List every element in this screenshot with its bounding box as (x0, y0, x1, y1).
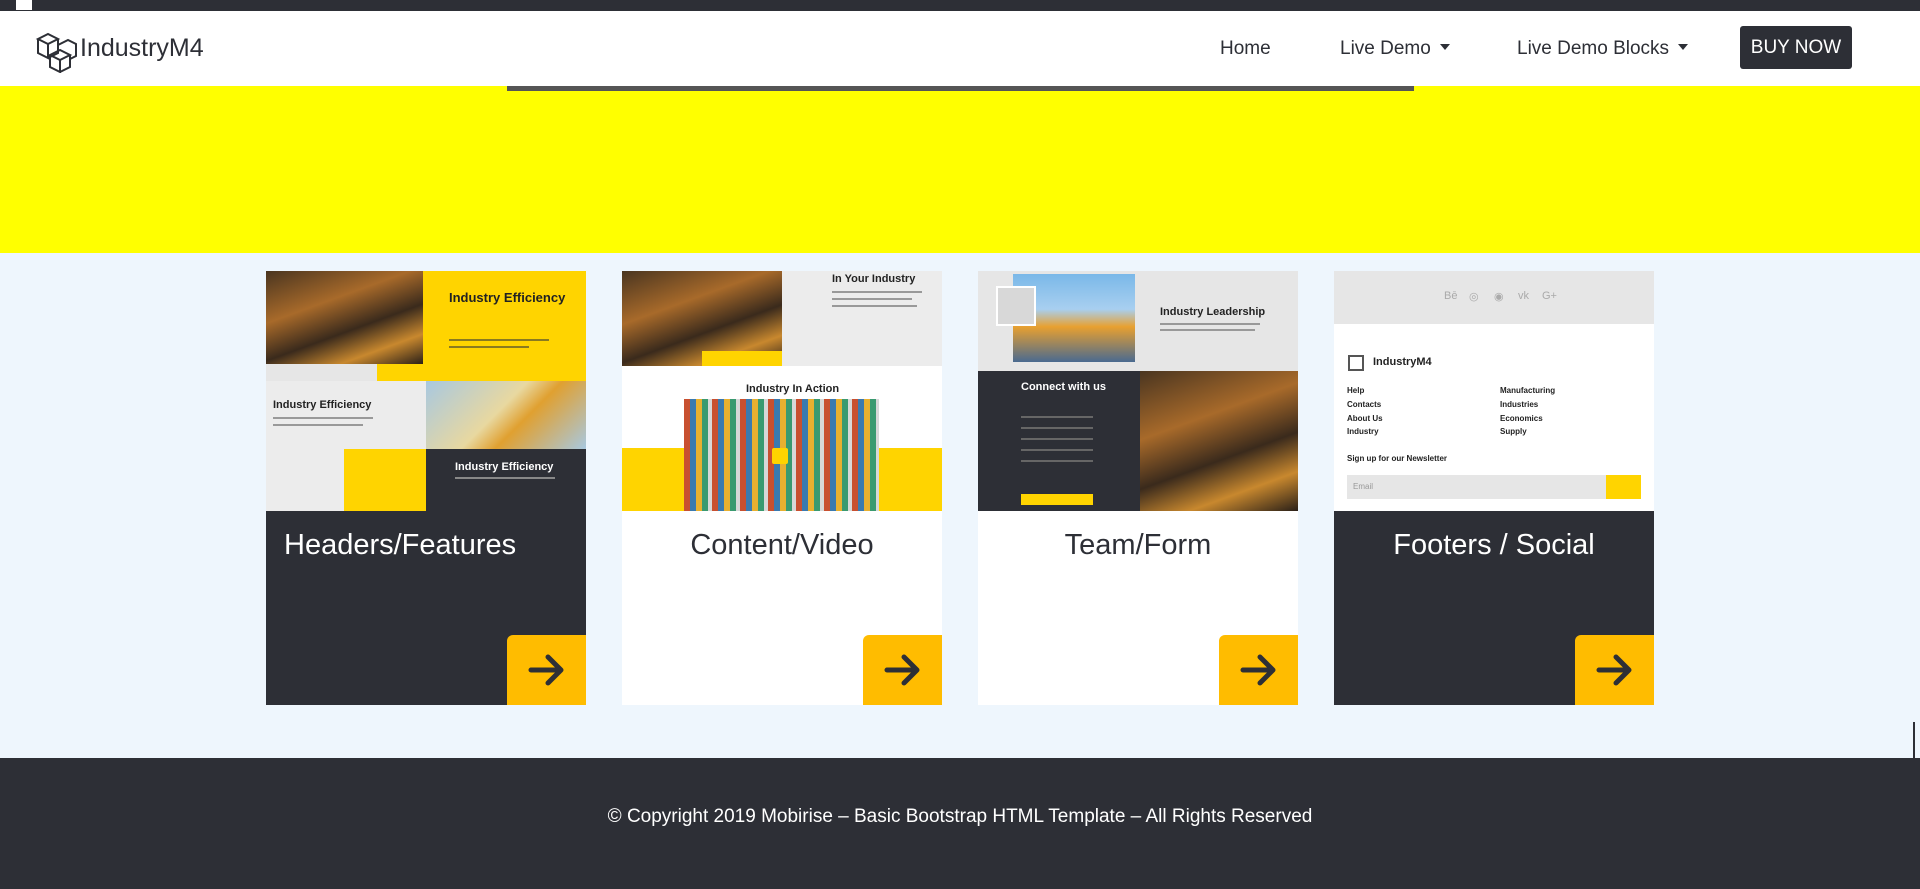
thumb-social-0: Bē (1444, 290, 1458, 302)
thumb-subheading: Industry Efficiency (273, 399, 372, 411)
thumb-dark-heading: Industry Efficiency (455, 461, 554, 473)
card-title: Headers/Features (284, 529, 517, 561)
thumb-social-3: vk (1518, 290, 1529, 302)
thumb-brand: IndustryM4 (1373, 356, 1432, 368)
card-team-form[interactable]: Industry Leadership Connect with us Team… (978, 271, 1298, 705)
thumb-newsletter: Sign up for our Newsletter (1347, 454, 1448, 463)
card-title: Content/Video (690, 529, 874, 561)
navbar: IndustryM4 Home Live Demo Live Demo Bloc… (0, 11, 1920, 86)
nav-live-demo-label: Live Demo (1340, 38, 1431, 59)
card-arrow-button[interactable] (507, 635, 586, 705)
scrollbar[interactable] (1913, 722, 1915, 889)
thumb-form-heading: Connect with us (1021, 381, 1106, 393)
thumb-link-left-2: About Us (1347, 414, 1383, 423)
card-title: Footers / Social (1393, 529, 1595, 561)
card-thumbnail: In Your Industry Industry In Action (622, 271, 942, 511)
divider-bar (507, 86, 1414, 91)
thumb-link-left-0: Help (1347, 386, 1365, 395)
thumb-link-left-1: Contacts (1347, 400, 1382, 409)
nav-live-demo-blocks[interactable]: Live Demo Blocks (1517, 38, 1689, 60)
card-thumbnail: Industry Leadership Connect with us (978, 271, 1298, 511)
nav-home[interactable]: Home (1220, 38, 1271, 60)
yellow-band (0, 86, 1920, 253)
brand-name: IndustryM4 (80, 34, 204, 62)
thumb-social-4: G+ (1542, 290, 1557, 302)
card-content-video[interactable]: In Your Industry Industry In Action Cont… (622, 271, 942, 705)
nav-live-demo[interactable]: Live Demo (1340, 38, 1450, 60)
card-footers-social[interactable]: Bē ◎ ◉ vk G+ IndustryM4 Help Contacts Ab… (1334, 271, 1654, 705)
footer: © Copyright 2019 Mobirise – Basic Bootst… (0, 758, 1920, 889)
thumb-social-2: ◉ (1494, 291, 1504, 303)
thumb-link-left-3: Industry (1347, 427, 1379, 436)
thumb-top-heading: In Your Industry (832, 273, 916, 285)
arrow-right-icon (1596, 654, 1631, 686)
thumb-social-1: ◎ (1469, 291, 1479, 303)
card-headers-features[interactable]: Industry Efficiency Industry Efficiency … (266, 271, 586, 705)
buy-now-button[interactable]: BUY NOW (1740, 26, 1852, 69)
arrow-right-icon (528, 654, 563, 686)
thumb-link-right-1: Industries (1500, 400, 1539, 409)
thumb-link-right-0: Manufacturing (1500, 386, 1556, 395)
caret-down-icon (1678, 44, 1689, 50)
card-arrow-button[interactable] (863, 635, 942, 705)
thumb-link-right-2: Economics (1500, 414, 1543, 423)
thumb-email: Email (1353, 482, 1374, 491)
brand[interactable]: IndustryM4 (34, 27, 204, 78)
thumb-section-heading: Industry In Action (746, 383, 840, 395)
thumb-heading: Industry Leadership (1160, 306, 1266, 318)
cubes-logo-icon (34, 27, 80, 78)
thumb-link-right-3: Supply (1500, 427, 1527, 436)
copyright-text: © Copyright 2019 Mobirise – Basic Bootst… (607, 806, 1313, 827)
card-title: Team/Form (1064, 529, 1212, 561)
caret-down-icon (1439, 44, 1450, 50)
browser-top-strip (0, 0, 1920, 11)
card-arrow-button[interactable] (1575, 635, 1654, 705)
nav-live-demo-blocks-label: Live Demo Blocks (1517, 38, 1670, 59)
tab-icon (16, 0, 32, 10)
card-thumbnail: Bē ◎ ◉ vk G+ IndustryM4 Help Contacts Ab… (1334, 271, 1654, 511)
card-thumbnail: Industry Efficiency Industry Efficiency … (266, 271, 586, 511)
thumb-heading: Industry Efficiency (449, 290, 566, 305)
arrow-right-icon (884, 654, 919, 686)
card-arrow-button[interactable] (1219, 635, 1298, 705)
arrow-right-icon (1240, 654, 1275, 686)
